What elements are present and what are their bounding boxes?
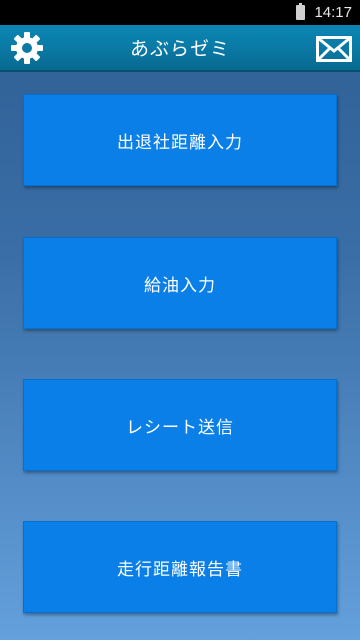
battery-icon xyxy=(296,3,306,20)
envelope-icon[interactable] xyxy=(316,36,352,62)
status-bar: 14:17 xyxy=(0,0,360,25)
mileage-report-button[interactable]: 走行距離報告書 xyxy=(23,521,337,613)
app-title: あぶらゼミ xyxy=(129,38,230,60)
status-time: 14:17 xyxy=(314,4,352,21)
commute-distance-input-button[interactable]: 出退社距離入力 xyxy=(23,94,337,186)
fuel-input-button[interactable]: 給油入力 xyxy=(23,237,337,329)
receipt-send-button[interactable]: レシート送信 xyxy=(23,379,337,471)
gear-icon[interactable] xyxy=(10,31,44,65)
app-screen: 14:17 あぶらゼミ 出退社距離入力 給油入力 レシート送信 走行距離報告書 xyxy=(0,0,360,640)
app-bar: あぶらゼミ xyxy=(0,25,360,72)
